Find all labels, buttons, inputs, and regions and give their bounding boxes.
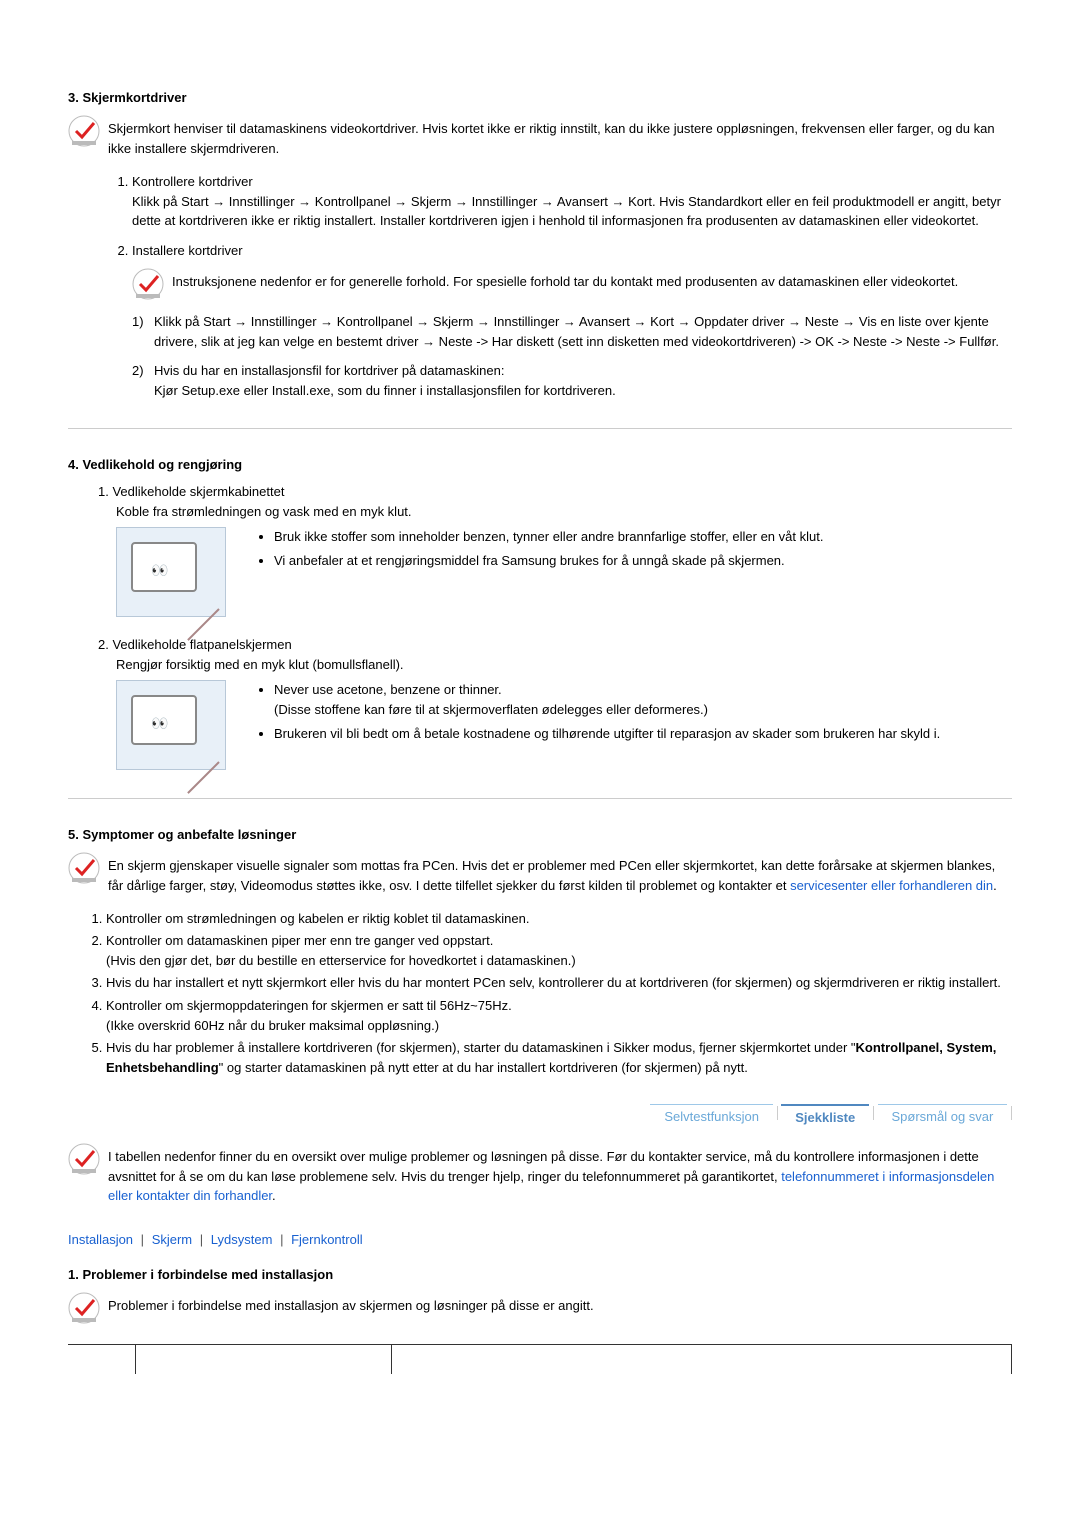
tab-separator: [777, 1106, 778, 1120]
monitor-cleaning-image: 👀: [116, 527, 226, 617]
s5-li5: Hvis du har problemer å installere kortd…: [106, 1038, 1012, 1078]
s3-sub2-a: Hvis du har en installasjonsfil for kort…: [154, 363, 504, 378]
s3-item2: Installere kortdriver Instruksjonene ned…: [132, 241, 1012, 301]
s5-li2: Kontroller om datamaskinen piper mer enn…: [106, 931, 1012, 971]
tab-qa[interactable]: Spørsmål og svar: [878, 1104, 1008, 1128]
tab-bar: Selvtestfunksjon Sjekkliste Spørsmål og …: [68, 1104, 1012, 1129]
tab-selftest[interactable]: Selvtestfunksjon: [650, 1104, 773, 1128]
install-title: 1. Problemer i forbindelse med installas…: [68, 1267, 1012, 1282]
table-header-stub: [68, 1344, 1012, 1374]
section5-title: 5. Symptomer og anbefalte løsninger: [68, 827, 1012, 842]
s4-item1-b1: Bruk ikke stoffer som inneholder benzen,…: [274, 527, 823, 547]
s3-item2-title: Installere kortdriver: [132, 243, 243, 258]
link-screen[interactable]: Skjerm: [152, 1232, 192, 1247]
s3-sub2-b: Kjør Setup.exe eller Install.exe, som du…: [154, 383, 616, 398]
s5-li3: Hvis du har installert et nytt skjermkor…: [106, 973, 1012, 993]
s4-item2-b2: Brukeren vil bli bedt om å betale kostna…: [274, 724, 940, 744]
section5-intro: En skjerm gjenskaper visuelle signaler s…: [108, 852, 1012, 895]
s3-sub1: 1) Klikk på Start → Innstillinger → Kont…: [132, 312, 1012, 351]
checklist-intro: I tabellen nedenfor finner du en oversik…: [108, 1143, 1012, 1206]
check-icon: [132, 268, 164, 300]
s4-item1-b2: Vi anbefaler at et rengjøringsmiddel fra…: [274, 551, 823, 571]
s4-item1-desc: Koble fra strømledningen og vask med en …: [116, 502, 412, 522]
section3-intro: Skjermkort henviser til datamaskinens vi…: [108, 115, 1012, 158]
install-intro: Problemer i forbindelse med installasjon…: [108, 1292, 1012, 1316]
s3-sub2: 2) Hvis du har en installasjonsfil for k…: [132, 361, 1012, 400]
section3-title: 3. Skjermkortdriver: [68, 90, 1012, 105]
s3-item1: Kontrollere kortdriver Klikk på Start → …: [132, 172, 1012, 231]
s5-li4: Kontroller om skjermoppdateringen for sk…: [106, 996, 1012, 1036]
tab-checklist[interactable]: Sjekkliste: [781, 1104, 869, 1129]
s3-sub2-marker: 2): [132, 361, 154, 400]
s3-item2-note: Instruksjonene nedenfor er for generelle…: [172, 268, 1012, 292]
link-install[interactable]: Installasjon: [68, 1232, 133, 1247]
s4-item1-title: Vedlikeholde skjermkabinettet: [112, 484, 284, 499]
s4-item2-desc: Rengjør forsiktig med en myk klut (bomul…: [116, 655, 404, 675]
s4-item2-b1a: Never use acetone, benzene or thinner.: [274, 682, 502, 697]
category-links: Installasjon | Skjerm | Lydsystem | Fjer…: [68, 1232, 1012, 1247]
link-sound[interactable]: Lydsystem: [211, 1232, 273, 1247]
monitor-cleaning-image-2: 👀: [116, 680, 226, 770]
tab-separator: [873, 1106, 874, 1120]
tab-separator: [1011, 1106, 1012, 1120]
s3-item1-title: Kontrollere kortdriver: [132, 174, 253, 189]
s3-item1-body: Klikk på Start → Innstillinger → Kontrol…: [132, 192, 1012, 231]
s3-sub1-text: Klikk på Start → Innstillinger → Kontrol…: [154, 312, 1012, 351]
check-icon: [68, 852, 100, 884]
divider: [68, 798, 1012, 799]
s5-li1: Kontroller om strømledningen og kabelen …: [106, 909, 1012, 929]
service-center-link[interactable]: servicesenter eller forhandleren din: [790, 878, 993, 893]
s4-item2-title: Vedlikeholde flatpanelskjermen: [112, 637, 291, 652]
s4-item2-b1b: (Disse stoffene kan føre til at skjermov…: [274, 702, 708, 717]
s4-item1-num: 1.: [98, 484, 109, 499]
link-remote[interactable]: Fjernkontroll: [291, 1232, 363, 1247]
s3-sub1-marker: 1): [132, 312, 154, 351]
s4-item2-b1: Never use acetone, benzene or thinner. (…: [274, 680, 940, 720]
divider: [68, 428, 1012, 429]
check-icon: [68, 115, 100, 147]
s4-item2-num: 2.: [98, 637, 109, 652]
check-icon: [68, 1292, 100, 1324]
section4-title: 4. Vedlikehold og rengjøring: [68, 457, 1012, 472]
check-icon: [68, 1143, 100, 1175]
